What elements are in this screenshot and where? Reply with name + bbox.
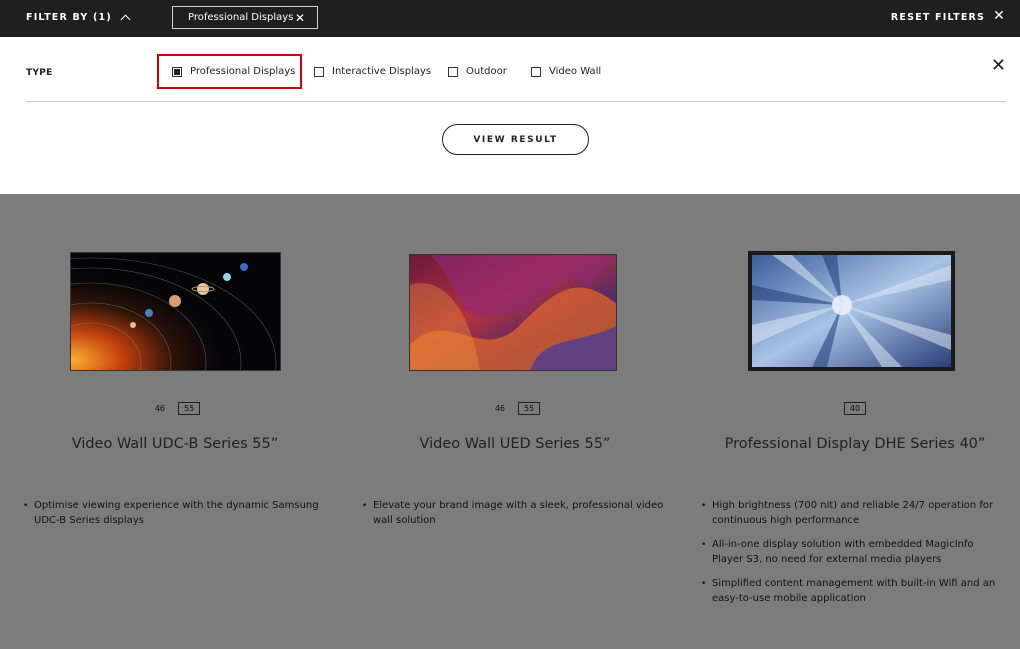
size-option[interactable]: 46 (150, 403, 170, 414)
product-title[interactable]: Video Wall UDC-B Series 55” (5, 436, 345, 452)
size-option-selected[interactable]: 40 (843, 402, 867, 415)
size-selector: 40 (685, 402, 1020, 415)
checkbox-checked-icon[interactable] (172, 66, 182, 77)
product-title[interactable]: Professional Display DHE Series 40” (685, 436, 1020, 452)
chip-close-icon[interactable]: ✕ (295, 11, 305, 25)
size-selector: 46 55 (5, 402, 345, 415)
option-label: Outdoor (466, 66, 507, 77)
view-result-button[interactable]: VIEW RESULT (442, 124, 589, 155)
option-label: Interactive Displays (332, 66, 432, 77)
feature-item: All-in-one display solution with embedde… (701, 538, 1001, 567)
reset-filters-label: RESET FILTERS (890, 12, 986, 23)
feature-item: Elevate your brand image with a sleek, p… (362, 499, 672, 528)
feature-item: Simplified content management with built… (701, 577, 1001, 606)
checkbox-icon[interactable] (448, 66, 458, 77)
feature-item: High brightness (700 nit) and reliable 2… (701, 499, 1001, 528)
filter-by-toggle[interactable]: FILTER BY (1) (26, 12, 131, 25)
feature-list: High brightness (700 nit) and reliable 2… (701, 499, 1001, 616)
feature-item: Optimise viewing experience with the dyn… (23, 499, 333, 528)
active-filter-chip: Professional Displays ✕ (172, 6, 318, 29)
filter-bar: FILTER BY (1) Professional Displays ✕ RE… (0, 0, 1020, 37)
option-professional-displays[interactable]: Professional Displays (172, 66, 295, 77)
option-outdoor[interactable]: Outdoor (448, 66, 507, 77)
close-icon: ✕ (993, 8, 1006, 24)
close-panel-icon[interactable]: ✕ (991, 55, 1006, 76)
option-label: Professional Displays (190, 66, 296, 77)
chevron-up-icon (120, 14, 131, 25)
product-image[interactable] (70, 252, 281, 371)
feature-list: Elevate your brand image with a sleek, p… (362, 499, 672, 538)
product-title[interactable]: Video Wall UED Series 55” (345, 436, 685, 452)
size-option[interactable]: 46 (490, 403, 510, 414)
active-filter-chip-label: Professional Displays (188, 12, 294, 23)
checkbox-icon[interactable] (314, 66, 324, 77)
reset-filters-button[interactable]: RESET FILTERS ✕ (890, 8, 1006, 24)
type-label: TYPE (26, 68, 53, 78)
divider (26, 101, 1006, 102)
option-video-wall[interactable]: Video Wall (531, 66, 601, 77)
product-image[interactable] (409, 254, 617, 371)
option-interactive-displays[interactable]: Interactive Displays (314, 66, 431, 77)
size-option-selected[interactable]: 55 (178, 402, 201, 415)
size-option-selected[interactable]: 55 (518, 402, 541, 415)
option-label: Video Wall (549, 66, 602, 77)
size-selector: 46 55 (345, 402, 685, 415)
product-image[interactable] (748, 251, 955, 371)
filter-panel: TYPE Professional Displays Interactive D… (0, 37, 1020, 194)
feature-list: Optimise viewing experience with the dyn… (23, 499, 333, 538)
filter-by-label: FILTER BY (1) (26, 12, 112, 23)
checkbox-icon[interactable] (531, 66, 541, 77)
